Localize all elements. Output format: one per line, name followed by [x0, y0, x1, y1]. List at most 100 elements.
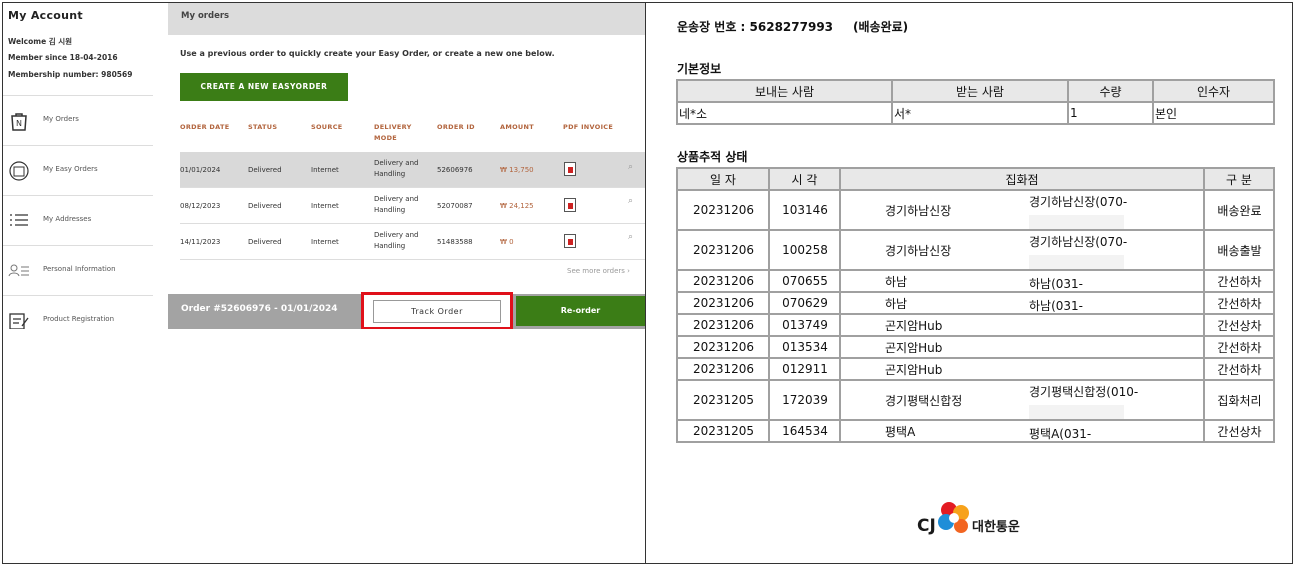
tracking-time: 013749 [768, 313, 841, 337]
pdf-invoice-icon[interactable] [564, 234, 576, 248]
sidebar-item-my-addresses[interactable]: My Addresses [3, 195, 153, 245]
tracking-date: 20231206 [676, 313, 770, 337]
tracking-type: 간선하차 [1203, 357, 1275, 381]
order-status: Delivered [248, 202, 282, 210]
reorder-button[interactable]: Re-order [516, 296, 645, 326]
order-row[interactable]: 01/01/2024 Delivered Internet Delivery a… [180, 152, 645, 188]
welcome-text: Welcome 김 시원 [8, 37, 73, 46]
tracking-location-cell: 경기하남신장 경기하남신장(070- [839, 189, 1205, 231]
order-mode: Delivery and Handling [374, 195, 419, 214]
cj-logistics-logo: CJ 대한통운 [917, 502, 1020, 536]
tracking-table: 일 자 시 각 집화점 구 분 20231206 103146 경기하남신장 경기하남… [676, 167, 1275, 443]
tracking-location-cell: 평택A 평택A(031- [839, 419, 1205, 443]
order-row[interactable]: 14/11/2023 Delivered Internet Delivery a… [180, 224, 645, 260]
order-id: 51483588 [437, 238, 473, 246]
order-id: 52606976 [437, 166, 473, 174]
tracking-row: 20231205 164534 평택A 평택A(031- 간선상차 [676, 419, 1275, 443]
track-order-highlight: Track Order [361, 292, 513, 329]
tracking-time: 164534 [768, 419, 841, 443]
tracking-location-cell: 곤지암Hub [839, 335, 1205, 359]
sidebar-item-personal-information[interactable]: Personal Information [3, 245, 153, 295]
col-order-date: ORDER DATE [180, 123, 230, 131]
tracking-branch-phone: 경기하남신장(070- [1029, 195, 1128, 209]
order-amount: ₩ 24,125 [500, 202, 534, 210]
order-date: 08/12/2023 [180, 202, 221, 210]
tracking-location: 경기하남신장 [885, 203, 952, 218]
tracking-type: 간선상차 [1203, 419, 1275, 443]
waybill-status: (배송완료) [853, 20, 909, 34]
col-source: SOURCE [311, 123, 343, 131]
col-pdf-invoice: PDF INVOICE [563, 123, 614, 131]
basic-header: 받는 사람 [891, 79, 1069, 103]
tracking-row: 20231206 013749 곤지암Hub 간선상차 [676, 313, 1275, 337]
tracking-header: 시 각 [768, 167, 841, 191]
sidebar-item-my-easy-orders[interactable]: My Easy Orders [3, 145, 153, 195]
order-row[interactable]: 08/12/2023 Delivered Internet Delivery a… [180, 188, 645, 224]
tracking-date: 20231206 [676, 357, 770, 381]
tracking-type: 배송완료 [1203, 189, 1275, 231]
cj-logo-mark: CJ [917, 516, 936, 536]
sidebar-item-label: My Addresses [43, 215, 92, 223]
waybill-line: 운송장 번호 : 5628277993 (배송완료) [677, 18, 908, 35]
create-easyorder-button[interactable]: CREATE A NEW EASYORDER [180, 73, 348, 101]
tracking-branch-phone: 경기하남신장(070- [1029, 235, 1128, 249]
tracking-location: 곤지암Hub [885, 340, 943, 355]
tracking-location: 곤지암Hub [885, 318, 943, 333]
order-summary-text: Order #52606976 - 01/01/2024 [181, 304, 338, 314]
tracking-date: 20231206 [676, 291, 770, 315]
tracking-time: 070629 [768, 291, 841, 315]
basic-header: 인수자 [1152, 79, 1275, 103]
sidebar-item-product-registration[interactable]: Product Registration [3, 295, 153, 329]
membership-number: Membership number: 980569 [8, 70, 133, 79]
redaction-mask [1029, 215, 1124, 229]
tracking-date: 20231205 [676, 419, 770, 443]
tracking-time: 103146 [768, 189, 841, 231]
sidebar-item-label: Product Registration [43, 315, 115, 323]
person-card-icon [8, 264, 29, 277]
tracking-header: 집화점 [839, 167, 1205, 191]
track-order-button[interactable]: Track Order [373, 300, 501, 323]
order-status: Delivered [248, 166, 282, 174]
tracking-branch-phone: 하남(031- [1029, 299, 1083, 313]
redaction-mask [1029, 405, 1124, 419]
tracking-title: 상품추적 상태 [677, 150, 748, 164]
order-amount: ₩ 0 [500, 238, 514, 246]
order-mode: Delivery and Handling [374, 159, 419, 178]
col-status: STATUS [248, 123, 278, 131]
account-sidebar: My Account Welcome 김 시원 Member since 18-… [3, 3, 168, 329]
tracking-row: 20231205 172039 경기평택신합정 경기평택신합정(010- 집화처리 [676, 379, 1275, 421]
order-mode: Delivery and Handling [374, 231, 419, 250]
search-icon[interactable]: ⌕ [628, 232, 633, 242]
search-icon[interactable]: ⌕ [628, 196, 633, 206]
tracking-type: 집화처리 [1203, 379, 1275, 421]
search-icon[interactable]: ⌕ [628, 162, 633, 172]
tracking-location-cell: 곤지암Hub [839, 357, 1205, 381]
tracking-date: 20231206 [676, 335, 770, 359]
col-delivery-mode: DELIVERY MODE [374, 123, 412, 142]
pdf-invoice-icon[interactable] [564, 162, 576, 176]
sidebar-item-label: My Orders [43, 115, 79, 123]
tracking-location-cell: 하남 하남(031- [839, 291, 1205, 315]
tracking-type: 배송출발 [1203, 229, 1275, 271]
tracking-location-cell: 경기평택신합정 경기평택신합정(010- [839, 379, 1205, 421]
col-order-id: ORDER ID [437, 123, 475, 131]
recipient: 본인 [1152, 101, 1275, 125]
basic-info-table: 보내는 사람 받는 사람 수량 인수자 네*소 서* 1 본인 [676, 79, 1275, 125]
tracking-location-cell: 하남 하남(031- [839, 269, 1205, 293]
see-more-orders-link[interactable]: See more orders › [567, 267, 630, 275]
svg-text:N: N [16, 119, 22, 128]
cj-logo-text: 대한통운 [972, 519, 1020, 535]
redaction-mask [1029, 255, 1124, 269]
order-id: 52070087 [437, 202, 473, 210]
orders-bag-icon: N [11, 113, 27, 131]
tracking-branch-phone: 평택A(031- [1029, 427, 1092, 441]
tracking-row: 20231206 013534 곤지암Hub 간선하차 [676, 335, 1275, 359]
pdf-invoice-icon[interactable] [564, 198, 576, 212]
tracking-type: 간선하차 [1203, 291, 1275, 315]
page-title: My orders [181, 11, 230, 21]
tracking-date: 20231206 [676, 189, 770, 231]
sidebar-item-my-orders[interactable]: N My Orders [3, 95, 153, 145]
tracking-location: 경기하남신장 [885, 243, 952, 258]
order-date: 01/01/2024 [180, 166, 221, 174]
tracking-location-cell: 곤지암Hub [839, 313, 1205, 337]
